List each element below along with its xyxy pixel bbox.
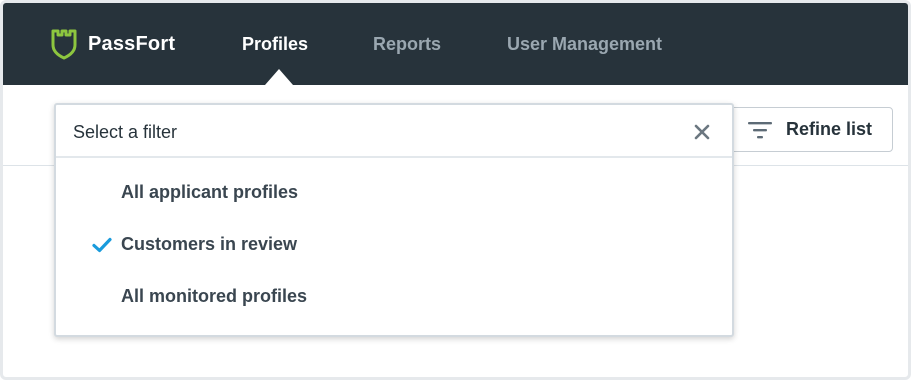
- filter-option-customers-in-review[interactable]: Customers in review: [56, 223, 732, 267]
- filter-option-label: All monitored profiles: [121, 286, 308, 306]
- brand-logo[interactable]: PassFort: [50, 28, 175, 60]
- refine-list-button[interactable]: Refine list: [721, 107, 893, 152]
- app-window: PassFort Profiles Reports User Managemen…: [0, 0, 911, 380]
- brand-name: PassFort: [88, 32, 176, 55]
- dropdown-title: Select a filter: [73, 122, 178, 142]
- nav-tab-profiles[interactable]: Profiles: [242, 34, 308, 55]
- shield-logo-icon: [51, 29, 77, 60]
- check-icon: [92, 237, 112, 253]
- filter-dropdown: Select a filter All applicant profiles C…: [54, 103, 734, 337]
- nav-tab-user-management[interactable]: User Management: [507, 34, 662, 55]
- nav-tab-reports[interactable]: Reports: [373, 34, 441, 55]
- active-tab-pointer: [265, 69, 293, 85]
- refine-list-label: Refine list: [786, 119, 873, 139]
- filter-option-all-monitored-profiles[interactable]: All monitored profiles: [56, 275, 732, 319]
- dropdown-header: Select a filter: [56, 105, 732, 158]
- top-navbar: PassFort Profiles Reports User Managemen…: [3, 3, 908, 85]
- close-icon[interactable]: [689, 119, 715, 145]
- filter-icon: [748, 122, 772, 139]
- filter-option-label: All applicant profiles: [121, 182, 299, 202]
- filter-option-label: Customers in review: [121, 234, 298, 254]
- filter-option-all-applicant-profiles[interactable]: All applicant profiles: [56, 171, 732, 215]
